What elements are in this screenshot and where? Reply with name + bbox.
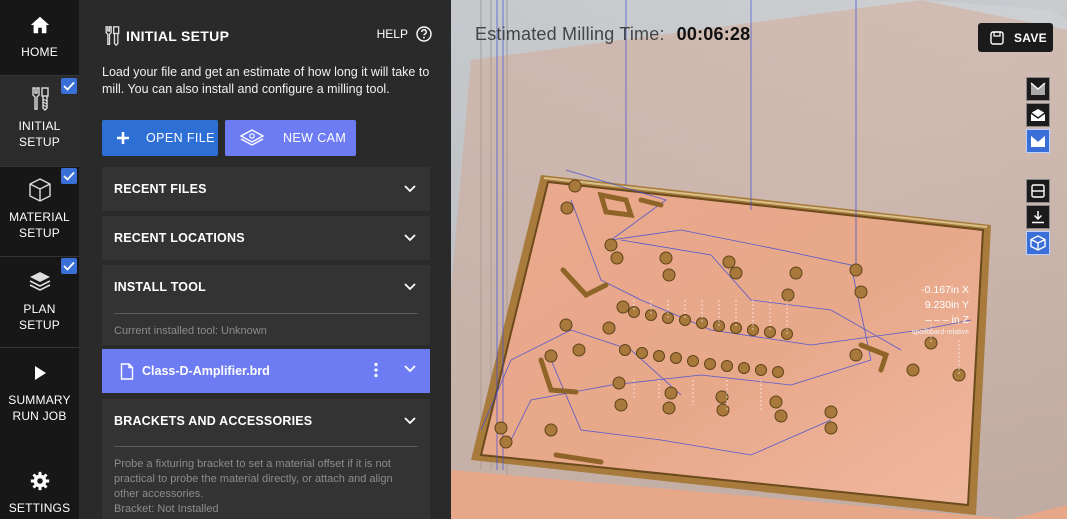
brackets-description: Probe a fixturing bracket to set a mater… <box>114 458 393 500</box>
chevron-down-icon <box>404 283 416 291</box>
brackets-label: BRACKETS AND ACCESSORIES <box>114 414 313 428</box>
est-label: Estimated Milling Time: <box>475 24 665 44</box>
bracket-status: Bracket: Not Installed <box>114 503 219 515</box>
tools-icon <box>105 26 120 47</box>
open-file-button[interactable]: OPEN FILE <box>102 120 218 156</box>
recent-files-section[interactable]: RECENT FILES <box>102 167 430 211</box>
install-tool-label: INSTALL TOOL <box>114 280 206 294</box>
nav-home-label: HOME <box>21 45 58 59</box>
est-time-value: 00:06:28 <box>676 24 751 44</box>
coordinate-readout: -0.167in X 9.230in Y – – – in Z spoilboa… <box>891 283 969 338</box>
view-3d-button[interactable] <box>1026 231 1050 255</box>
play-icon <box>0 360 79 386</box>
chevron-down-icon <box>404 417 416 425</box>
new-cam-label: NEW CAM <box>283 131 347 145</box>
open-file-label: OPEN FILE <box>146 131 215 145</box>
nav-plan-setup[interactable]: PLAN SETUP <box>0 257 79 347</box>
nav-summary-label-1: SUMMARY <box>8 393 71 407</box>
nav-summary-label-2: RUN JOB <box>12 409 67 423</box>
home-icon <box>0 12 79 38</box>
nav-plan-label-2: SETUP <box>18 318 60 332</box>
nav-settings[interactable]: SETTINGS <box>0 468 79 519</box>
install-tool-section[interactable]: INSTALL TOOL Current installed tool: Unk… <box>102 265 430 345</box>
coord-x: -0.167in X <box>921 284 969 296</box>
nav-home[interactable]: HOME <box>0 12 79 76</box>
view-top-button[interactable] <box>1026 179 1050 203</box>
nav-material-label-2: SETUP <box>18 226 60 240</box>
cam-layers-icon <box>239 129 265 146</box>
nav-initial-setup[interactable]: INITIAL SETUP <box>0 76 79 166</box>
file-name: Class-D-Amplifier.brd <box>142 364 270 378</box>
chevron-down-icon <box>404 185 416 193</box>
plus-icon <box>117 132 129 144</box>
check-icon <box>61 168 77 184</box>
nav-material-label-1: MATERIAL <box>9 210 70 224</box>
recent-locations-label: RECENT LOCATIONS <box>114 231 245 245</box>
gear-icon <box>0 468 79 494</box>
nav-initial-label-2: SETUP <box>18 135 60 149</box>
nav-material-setup[interactable]: MATERIAL SETUP <box>0 167 79 255</box>
panel-header: INITIAL SETUP HELP <box>102 24 432 48</box>
question-circle-icon <box>416 26 432 42</box>
page-title: INITIAL SETUP <box>126 28 230 44</box>
coord-y: 9.230in Y <box>924 299 969 311</box>
more-options-icon[interactable] <box>374 362 378 378</box>
chevron-down-icon <box>404 234 416 242</box>
chevron-down-icon[interactable] <box>404 365 416 373</box>
view-iso-left-button[interactable] <box>1026 77 1050 101</box>
brackets-section[interactable]: BRACKETS AND ACCESSORIES Probe a fixturi… <box>102 399 430 519</box>
help-button[interactable]: HELP <box>377 26 432 42</box>
view-download-button[interactable] <box>1026 205 1050 229</box>
setup-description: Load your file and get an estimate of ho… <box>102 65 430 96</box>
help-label: HELP <box>376 27 408 41</box>
view-iso-front-button[interactable] <box>1026 129 1050 153</box>
nav-rail: HOME INITIAL SETUP MATERIAL SETUP PLAN S… <box>0 0 79 519</box>
cube-icon <box>1030 235 1046 251</box>
view-iso-right-icon <box>1030 109 1046 121</box>
view-iso-front-icon <box>1030 134 1046 147</box>
view-iso-left-icon <box>1030 82 1046 95</box>
estimated-milling-time: Estimated Milling Time: 00:06:28 <box>475 24 750 45</box>
current-tool-status: Current installed tool: Unknown <box>114 325 267 337</box>
nav-summary-run-job[interactable]: SUMMARY RUN JOB <box>0 348 79 438</box>
file-icon <box>120 362 134 380</box>
nav-plan-label-1: PLAN <box>23 302 56 316</box>
download-icon <box>1032 211 1044 224</box>
pcb-board-render <box>451 0 1067 519</box>
view-iso-right-button[interactable] <box>1026 103 1050 127</box>
new-cam-button[interactable]: NEW CAM <box>225 120 356 156</box>
loaded-file-item[interactable]: Class-D-Amplifier.brd <box>102 349 430 393</box>
recent-files-label: RECENT FILES <box>114 182 207 196</box>
initial-setup-panel: INITIAL SETUP HELP Load your file and ge… <box>79 0 451 519</box>
recent-locations-section[interactable]: RECENT LOCATIONS <box>102 216 430 260</box>
view-top-icon <box>1031 184 1045 198</box>
save-icon <box>990 30 1004 45</box>
check-icon <box>61 78 77 94</box>
save-button[interactable]: SAVE <box>978 23 1053 52</box>
coord-note: spoilboard-relative <box>911 329 969 336</box>
nav-settings-label: SETTINGS <box>8 501 71 515</box>
nav-initial-label-1: INITIAL <box>18 119 61 133</box>
cam-viewport[interactable]: Estimated Milling Time: 00:06:28 SAVE -0.… <box>451 0 1067 519</box>
check-icon <box>61 258 77 274</box>
coord-z: – – – in Z <box>925 314 969 326</box>
save-label: SAVE <box>1014 30 1047 45</box>
